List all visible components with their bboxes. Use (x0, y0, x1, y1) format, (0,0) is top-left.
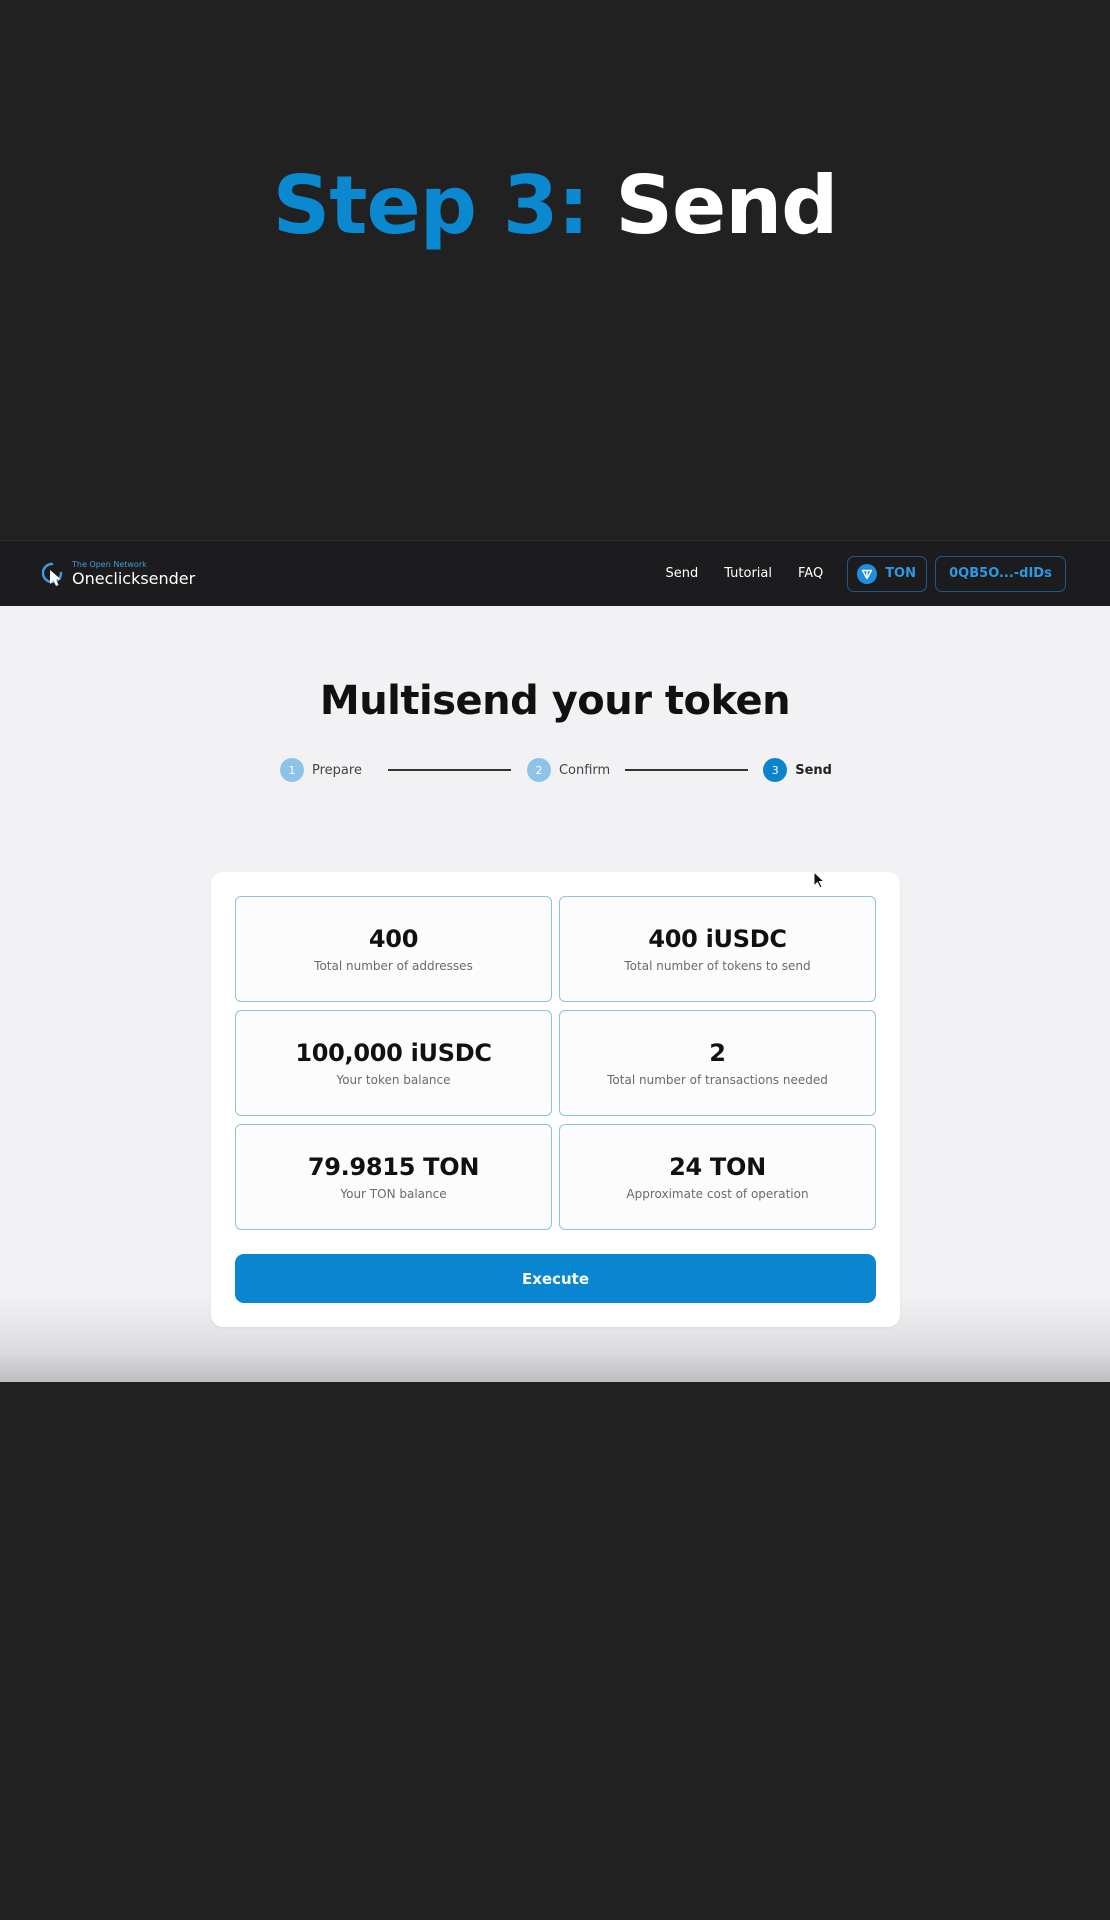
step-number: 3 (763, 758, 788, 782)
stat-label: Your TON balance (340, 1187, 447, 1201)
stat-ton-balance: 79.9815 TON Your TON balance (235, 1124, 552, 1230)
stat-value: 24 TON (669, 1153, 766, 1181)
nav-link-faq[interactable]: FAQ (798, 566, 823, 581)
stat-label: Approximate cost of operation (626, 1187, 809, 1201)
logo-name: Oneclicksender (72, 568, 196, 588)
stepper: 1 Prepare 2 Confirm 3 Send (280, 758, 832, 782)
cursor-click-logo-icon (41, 562, 63, 586)
stat-value: 400 iUSDC (648, 925, 787, 953)
step-number: 1 (280, 758, 304, 782)
stat-value: 400 (368, 925, 419, 953)
stat-value: 2 (709, 1039, 726, 1067)
step-send: 3 Send (763, 758, 832, 782)
stat-total-tokens: 400 iUSDC Total number of tokens to send (559, 896, 876, 1002)
step-label: Confirm (558, 762, 611, 778)
execute-button[interactable]: Execute (235, 1254, 876, 1303)
wallet-address-button[interactable]: 0QB5O...-dIDs (935, 555, 1066, 592)
step-label: Send (795, 762, 832, 778)
nav-link-send[interactable]: Send (665, 566, 698, 581)
stat-token-balance: 100,000 iUSDC Your token balance (235, 1010, 552, 1116)
step-number: 2 (526, 758, 551, 782)
page-title: Multisend your token (319, 678, 791, 724)
step-label: Prepare (312, 762, 362, 778)
stat-total-addresses: 400 Total number of addresses (235, 896, 552, 1002)
logo[interactable]: The Open Network Oneclicksender (40, 559, 196, 588)
network-selector-button[interactable]: TON (847, 555, 927, 592)
step-confirm: 2 Confirm (526, 758, 611, 782)
stat-label: Your token balance (336, 1073, 451, 1087)
logo-subtitle: The Open Network (72, 559, 147, 569)
step-banner: Step 3: Send (0, 0, 1110, 540)
app-window: The Open Network Oneclicksender Send Tut… (0, 540, 1110, 1382)
summary-card: 400 Total number of addresses 400 iUSDC … (211, 872, 900, 1327)
step-connector (387, 769, 511, 771)
stat-operation-cost: 24 TON Approximate cost of operation (559, 1124, 876, 1230)
nav-link-tutorial[interactable]: Tutorial (724, 566, 772, 581)
step-heading: Step 3: Send (272, 158, 839, 252)
step-prefix: Step 3: (272, 158, 590, 252)
step-prepare: 1 Prepare (280, 758, 362, 782)
mouse-pointer-icon (813, 871, 825, 889)
step-name: Send (615, 158, 838, 252)
network-label: TON (885, 566, 916, 581)
step-connector (625, 769, 749, 771)
stat-label: Total number of tokens to send (624, 959, 811, 973)
main-content: Multisend your token 1 Prepare 2 Confirm… (0, 606, 1110, 1382)
stat-transactions-needed: 2 Total number of transactions needed (559, 1010, 876, 1116)
stat-value: 79.9815 TON (307, 1153, 480, 1181)
nav-links: Send Tutorial FAQ TON 0QB5O...-dIDs (639, 555, 1066, 592)
ton-diamond-icon (857, 563, 878, 584)
stat-label: Total number of transactions needed (607, 1073, 828, 1087)
stat-value: 100,000 iUSDC (295, 1039, 492, 1067)
stat-label: Total number of addresses (314, 959, 473, 973)
navbar: The Open Network Oneclicksender Send Tut… (0, 540, 1110, 606)
